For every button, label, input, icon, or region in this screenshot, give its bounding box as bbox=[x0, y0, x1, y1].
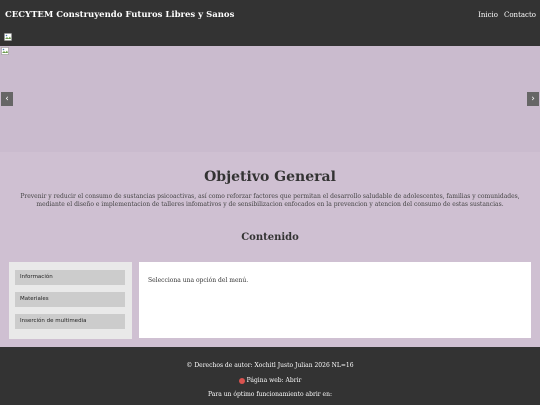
footer: © Derechos de autor: Xochitl Justo Julia… bbox=[0, 347, 540, 405]
web-line: Página web: Abrir bbox=[0, 377, 540, 384]
copyright-text: © Derechos de autor: Xochitl Justo Julia… bbox=[186, 362, 354, 369]
content-display: Selecciona una opción del menú. bbox=[139, 262, 531, 338]
navbar: CECYTEM Construyendo Futuros Libres y Sa… bbox=[0, 0, 540, 46]
image-carousel bbox=[0, 46, 540, 152]
carousel-next-button[interactable]: › bbox=[527, 92, 539, 106]
apple-icon bbox=[238, 377, 245, 384]
contenido-title: Contenido bbox=[241, 232, 299, 243]
broken-image-icon bbox=[4, 33, 12, 41]
objective-title: Objetivo General bbox=[204, 169, 336, 185]
broken-image-icon bbox=[1, 47, 9, 55]
nav-links: Inicio Contacto bbox=[478, 11, 536, 19]
brand-title[interactable]: CECYTEM Construyendo Futuros Libres y Sa… bbox=[5, 10, 234, 20]
carousel-prev-button[interactable]: ‹ bbox=[1, 92, 13, 106]
optimal-text: Para un óptimo funcionamiento abrir en: bbox=[208, 391, 332, 398]
menu-item-materiales[interactable]: Materiales bbox=[15, 292, 125, 307]
nav-link-inicio[interactable]: Inicio bbox=[478, 11, 498, 19]
nav-link-contacto[interactable]: Contacto bbox=[504, 11, 536, 19]
content-menu: Información Materiales Inserción de mult… bbox=[9, 262, 132, 339]
menu-item-multimedia[interactable]: Inserción de multimedia bbox=[15, 314, 125, 329]
web-link[interactable]: Página web: Abrir bbox=[247, 377, 302, 384]
menu-item-informacion[interactable]: Información bbox=[15, 270, 125, 285]
content-message: Selecciona una opción del menú. bbox=[148, 277, 249, 284]
objective-text: Prevenir y reducir el consumo de sustanc… bbox=[20, 193, 520, 208]
